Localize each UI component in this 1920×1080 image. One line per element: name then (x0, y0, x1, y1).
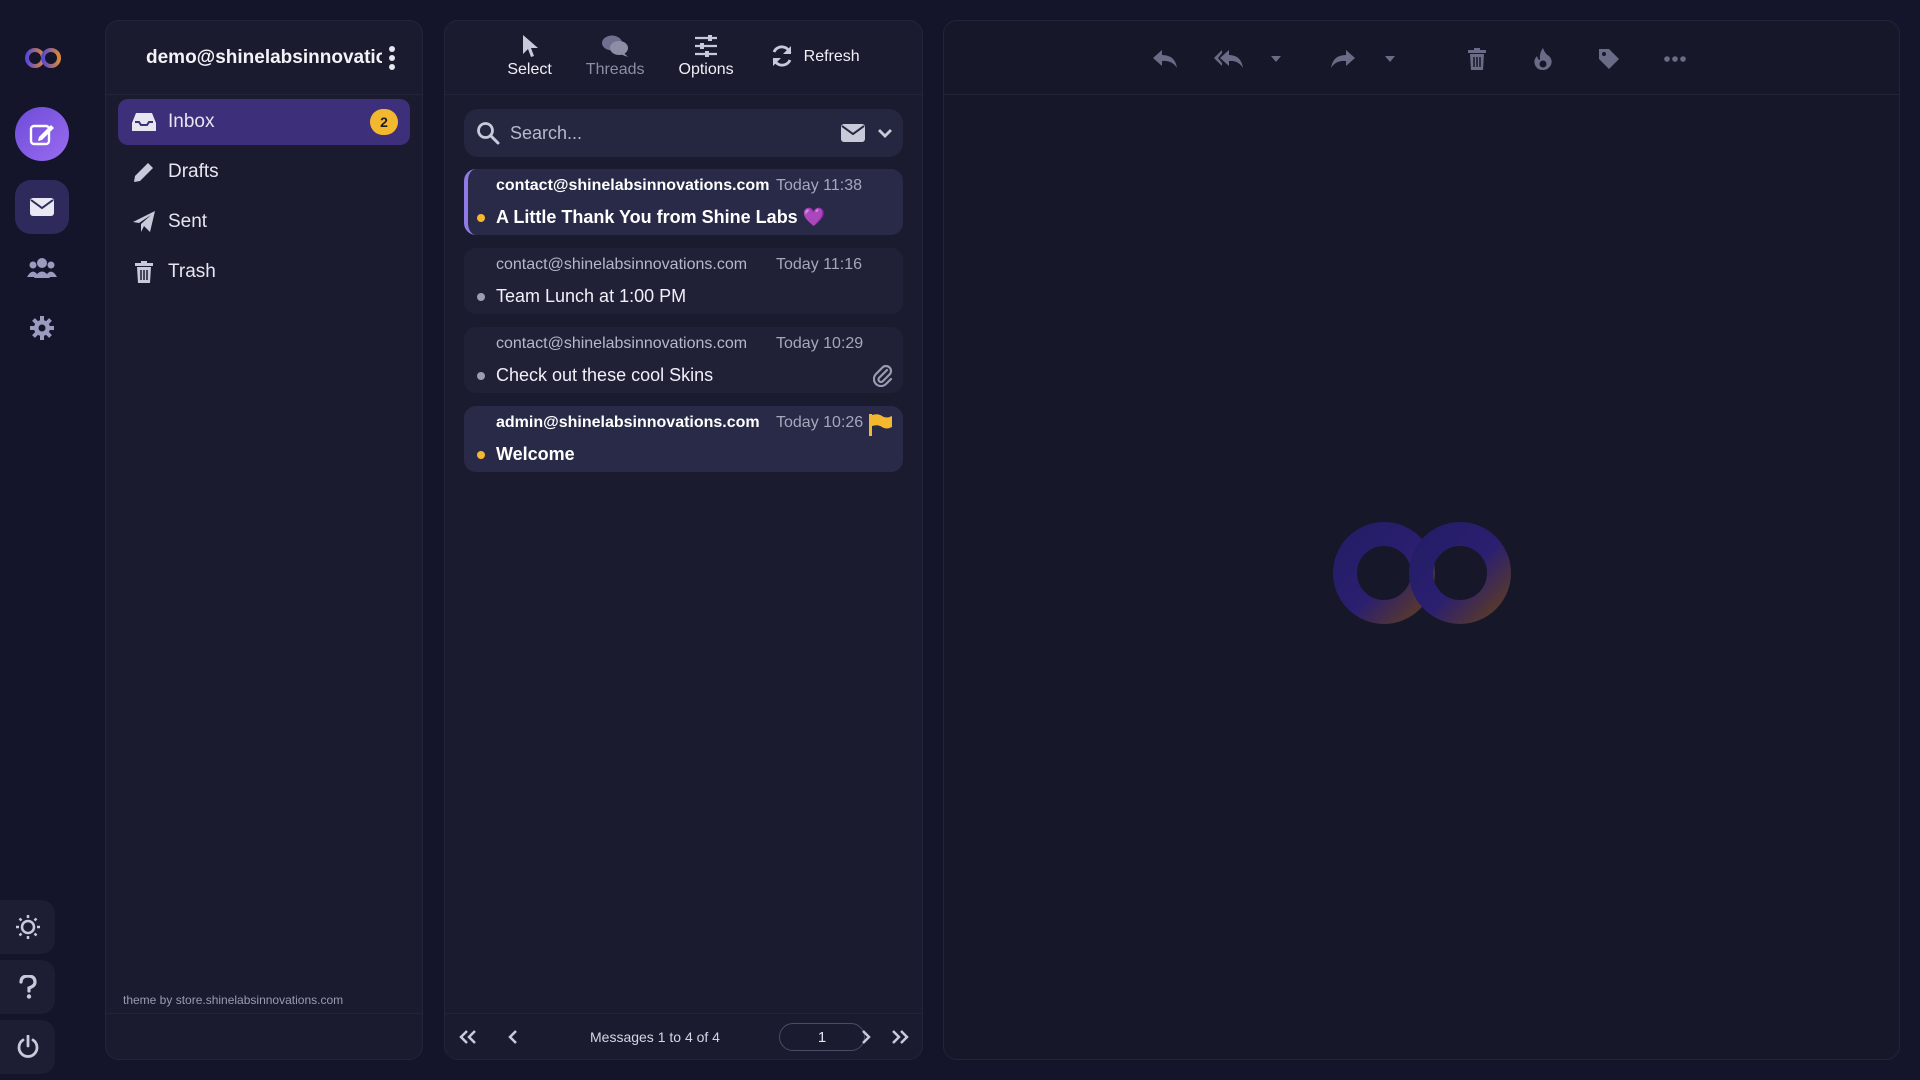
page-number-input[interactable] (779, 1023, 865, 1051)
delete-icon[interactable] (1462, 46, 1492, 72)
folder-sent[interactable]: Sent (118, 199, 410, 245)
reply-icon[interactable] (1150, 46, 1180, 72)
previous-page-icon[interactable] (502, 1026, 524, 1048)
forward-menu-icon[interactable] (1382, 46, 1398, 72)
contacts-nav-button[interactable] (26, 252, 58, 284)
cursor-icon (516, 33, 544, 59)
message-sender: contact@shinelabsinnovations.com (496, 256, 748, 273)
message-row[interactable]: contact@shinelabsinnovations.com Today 10… (464, 327, 903, 393)
mail-nav-button[interactable] (15, 180, 69, 234)
logout-button[interactable] (0, 1020, 55, 1074)
mail-icon (30, 198, 54, 216)
pagination: Messages 1 to 4 of 4 (445, 1013, 922, 1059)
folder-panel-footer (106, 1013, 422, 1059)
attachment-paperclip-icon (873, 365, 893, 387)
pencil-icon (130, 160, 158, 184)
forward-icon[interactable] (1328, 46, 1358, 72)
message-sender: contact@shinelabsinnovations.com (496, 335, 748, 352)
first-page-icon[interactable] (457, 1026, 479, 1048)
search-input[interactable] (510, 122, 841, 144)
unread-dot-icon[interactable] (477, 214, 485, 222)
help-icon (18, 975, 37, 999)
message-date: Today 10:26 (776, 414, 864, 431)
message-toolbar (944, 21, 1899, 95)
search-options-chevron-down-icon[interactable] (877, 127, 893, 139)
folder-label: Trash (168, 261, 216, 282)
search-icon[interactable] (476, 121, 500, 145)
folder-trash[interactable]: Trash (118, 249, 410, 295)
settings-gear-icon (30, 316, 54, 340)
trash-icon (130, 260, 158, 284)
threads-icon (601, 33, 629, 59)
folder-label: Inbox (168, 111, 215, 132)
message-sender: contact@shinelabsinnovations.com (496, 177, 770, 194)
refresh-label: Refresh (803, 47, 860, 65)
unread-dot-icon[interactable] (477, 451, 485, 459)
reading-pane (943, 20, 1900, 1060)
folder-label: Sent (168, 211, 208, 232)
infinity-watermark-icon (1333, 522, 1511, 624)
message-date: Today 11:38 (776, 177, 862, 194)
message-subject: A Little Thank You from Shine Labs 💜 (496, 207, 826, 227)
message-row[interactable]: contact@shinelabsinnovations.com Today 11… (464, 169, 903, 235)
inbox-icon (130, 110, 158, 134)
power-icon (17, 1035, 38, 1058)
options-button[interactable]: Options (679, 33, 734, 94)
flag-icon[interactable] (869, 414, 893, 436)
message-subject: Check out these cool Skins (496, 365, 714, 385)
message-count: Messages 1 to 4 of 4 (590, 1029, 720, 1045)
account-menu-icon[interactable] (382, 45, 402, 70)
compose-button[interactable] (15, 107, 69, 161)
infinity-logo-icon[interactable] (24, 46, 62, 70)
help-button[interactable] (0, 960, 55, 1014)
message-date: Today 11:16 (776, 256, 862, 273)
select-label: Select (507, 61, 552, 78)
contacts-icon (27, 258, 57, 278)
last-page-icon[interactable] (889, 1026, 911, 1048)
folder-drafts[interactable]: Drafts (118, 149, 410, 195)
message-subject: Welcome (496, 444, 575, 464)
message-row[interactable]: contact@shinelabsinnovations.com Today 11… (464, 248, 903, 314)
folder-list: Inbox 2 Drafts Sent Trash (106, 99, 422, 295)
folder-panel: demo@shinelabsinnovatio... Inbox 2 Draft… (105, 20, 423, 1060)
sliders-icon (692, 33, 720, 59)
folder-label: Drafts (168, 161, 219, 182)
refresh-button[interactable]: Refresh (768, 19, 860, 94)
next-page-icon[interactable] (855, 1026, 877, 1048)
account-email[interactable]: demo@shinelabsinnovatio... (146, 47, 382, 69)
theme-toggle-button[interactable] (0, 900, 55, 954)
compose-icon (29, 124, 54, 146)
list-toolbar: Select Threads Options Refresh (445, 21, 922, 95)
app-rail (0, 0, 86, 1080)
message-sender: admin@shinelabsinnovations.com (496, 414, 760, 431)
message-date: Today 10:29 (776, 335, 864, 352)
search-bar (464, 109, 903, 157)
settings-nav-button[interactable] (26, 312, 58, 344)
message-subject: Team Lunch at 1:00 PM (496, 286, 687, 306)
options-label: Options (678, 61, 734, 78)
more-icon[interactable] (1660, 46, 1690, 72)
message-list-panel: Select Threads Options Refresh co (444, 20, 923, 1060)
message-list: contact@shinelabsinnovations.com Today 11… (445, 169, 922, 472)
threads-label: Threads (585, 61, 645, 78)
theme-toggle-icon (15, 915, 40, 939)
account-header: demo@shinelabsinnovatio... (106, 21, 422, 95)
tag-icon[interactable] (1594, 46, 1624, 72)
read-dot-icon[interactable] (477, 372, 485, 380)
search-scope-mail-icon[interactable] (841, 124, 865, 142)
paper-plane-icon (130, 210, 158, 234)
theme-credit-link[interactable]: theme by store.shinelabsinnovations.com (123, 993, 343, 1007)
fire-icon[interactable] (1528, 46, 1558, 72)
message-row[interactable]: admin@shinelabsinnovations.com Today 10:2… (464, 406, 903, 472)
select-button[interactable]: Select (507, 33, 552, 94)
threads-button[interactable]: Threads (586, 33, 645, 94)
folder-inbox[interactable]: Inbox 2 (118, 99, 410, 145)
refresh-icon (768, 43, 796, 69)
reply-all-icon[interactable] (1214, 46, 1244, 72)
reply-all-menu-icon[interactable] (1268, 46, 1284, 72)
unread-count-badge: 2 (370, 109, 398, 135)
read-dot-icon[interactable] (477, 293, 485, 301)
